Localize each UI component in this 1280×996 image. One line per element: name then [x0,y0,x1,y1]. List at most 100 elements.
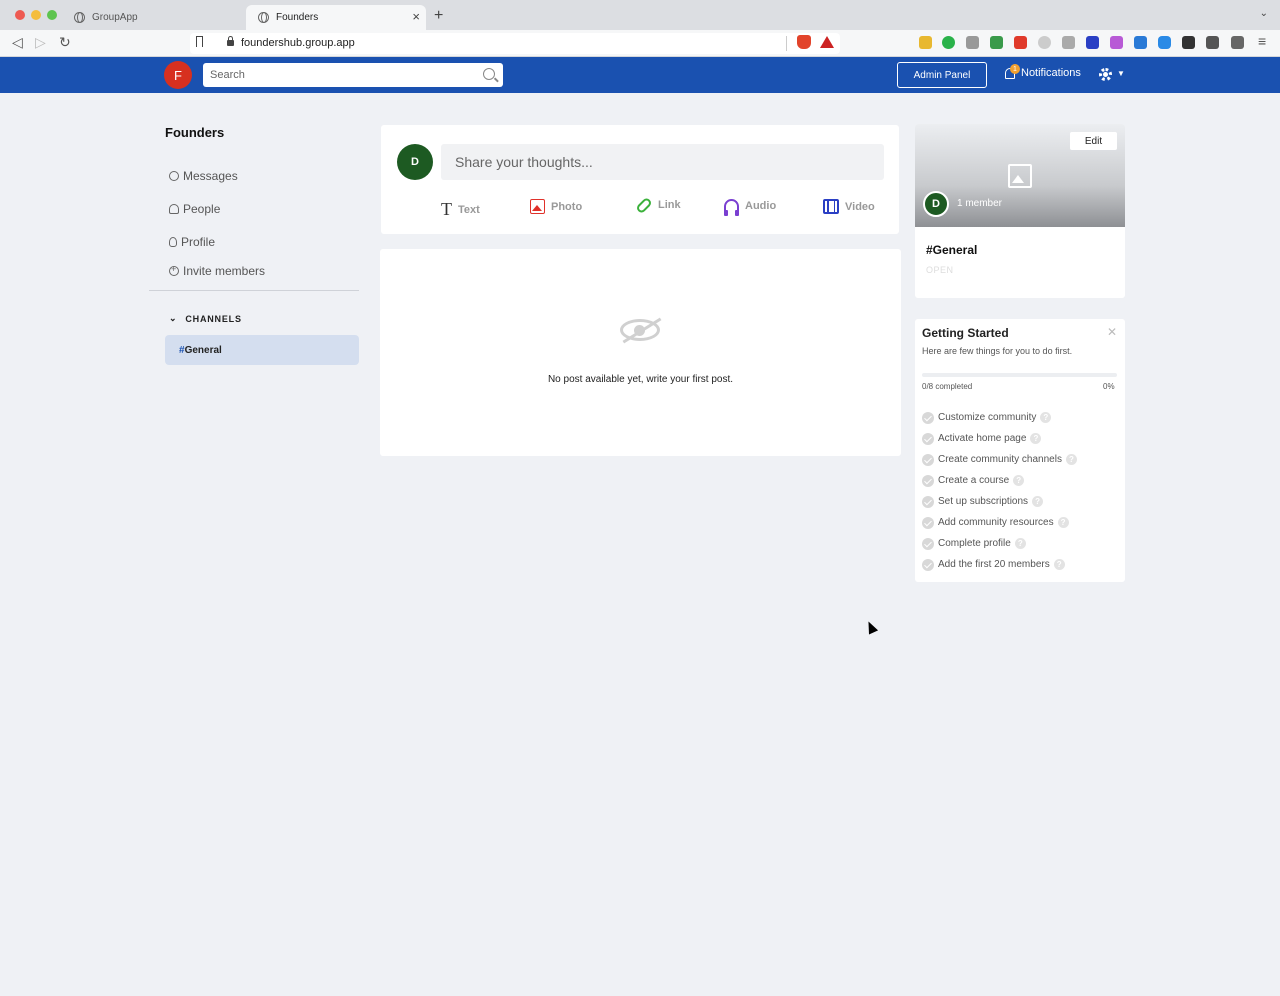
reload-button[interactable]: ↻ [59,34,71,51]
community-avatar[interactable]: F [164,61,192,89]
browser-tab-founders[interactable]: Founders × [246,5,426,30]
puzzle-red-extension-icon[interactable] [1014,36,1027,49]
check-circle-icon [922,474,934,487]
window-close-button[interactable] [15,10,25,20]
post-type-label: Text [458,203,480,216]
check-circle-icon [922,453,934,466]
channel-cover-image: Edit D 1 member [915,124,1125,227]
check-circle-icon [922,411,934,424]
task-item[interactable]: Add the first 20 members? [922,554,1122,575]
task-item[interactable]: Create a course? [922,470,1122,491]
task-label: Complete profile [938,538,1011,549]
bookmark-icon[interactable] [196,36,203,47]
link-icon [635,196,653,214]
tab-overflow-chevron-icon[interactable]: ⌄ [1260,8,1268,19]
rewards-triangle-icon[interactable] [820,36,834,48]
channel-info-card: Edit D 1 member #General OPEN [915,124,1125,298]
post-type-photo-button[interactable]: Photo [530,199,582,214]
check-circle-icon [922,558,934,571]
sidebar-divider [149,290,359,291]
terminal-extension-icon[interactable] [1086,36,1099,49]
sidebar-item-profile[interactable]: Profile [169,235,215,249]
channels-toggle[interactable]: ⌄ CHANNELS [169,313,242,324]
browser-tab-groupapp[interactable]: GroupApp [62,5,242,30]
task-item[interactable]: Set up subscriptions? [922,491,1122,512]
wallet-icon[interactable] [1231,36,1244,49]
tab-close-icon[interactable]: × [412,9,420,24]
member-count[interactable]: 1 member [957,198,1002,209]
brave-shield-icon[interactable] [797,35,811,49]
task-label: Create community channels [938,454,1062,465]
member-avatar[interactable]: D [923,191,949,217]
task-label: Customize community [938,412,1037,423]
search-input[interactable] [203,63,503,87]
task-item[interactable]: Add community resources? [922,512,1122,533]
sidebar-item-label: Messages [183,169,238,183]
help-icon[interactable]: ? [1032,496,1044,507]
gray-circle-extension-icon[interactable] [1038,36,1051,49]
post-type-audio-button[interactable]: Audio [724,199,776,216]
sidebar-item-label: Invite members [183,264,266,278]
shield-extension-icon[interactable] [990,36,1003,49]
post-type-label: Video [845,200,875,213]
user-avatar[interactable]: D [397,144,433,180]
address-bar[interactable]: foundershub.group.app [190,33,840,54]
help-icon[interactable]: ? [1040,412,1052,423]
calendar-extension-icon[interactable] [919,36,932,49]
people-icon [169,204,179,214]
task-label: Set up subscriptions [938,496,1029,507]
camera-extension-icon[interactable] [1062,36,1075,49]
edit-channel-button[interactable]: Edit [1070,132,1117,150]
mail-extension-icon[interactable] [1110,36,1123,49]
post-type-text-button[interactable]: T Text [441,199,480,220]
sidebar-channel-general[interactable]: # General [165,335,359,365]
chevron-down-icon[interactable]: ▼ [1117,69,1125,78]
check-circle-icon [922,516,934,529]
task-label: Add community resources [938,517,1054,528]
extensions-puzzle-icon[interactable] [1182,36,1195,49]
sidebar-item-messages[interactable]: Messages [169,169,238,183]
recycle-extension-icon[interactable] [966,36,979,49]
globe-icon [258,12,269,23]
task-item[interactable]: Customize community? [922,407,1122,428]
admin-panel-button[interactable]: Admin Panel [897,62,987,88]
check-circle-icon [922,495,934,508]
close-icon[interactable]: ✕ [1107,325,1117,339]
gear-icon[interactable] [1099,68,1112,81]
post-type-label: Link [658,199,681,211]
window-maximize-button[interactable] [47,10,57,20]
post-type-video-button[interactable]: Video [823,199,875,214]
url-text[interactable]: foundershub.group.app [241,37,355,49]
task-item[interactable]: Create community channels? [922,449,1122,470]
check-circle-icon [922,537,934,550]
timer-extension-icon[interactable] [1134,36,1147,49]
sidebar-item-invite-members[interactable]: Invite members [169,264,265,278]
new-tab-button[interactable]: + [434,7,443,25]
grammarly-extension-icon[interactable] [942,36,955,49]
browser-menu-icon[interactable]: ≡ [1258,33,1266,49]
forward-button[interactable]: ▷ [35,34,46,51]
check-circle-icon [922,432,934,445]
eye-off-icon [620,319,660,341]
window-minimize-button[interactable] [31,10,41,20]
help-icon[interactable]: ? [1057,517,1069,528]
help-icon[interactable]: ? [1013,475,1025,486]
help-icon[interactable]: ? [1053,559,1065,570]
search-icon[interactable] [483,68,495,80]
sidebar-item-people[interactable]: People [169,202,220,216]
task-label: Create a course [938,475,1010,486]
task-item[interactable]: Complete profile? [922,533,1122,554]
task-item[interactable]: Activate home page? [922,428,1122,449]
getting-started-subtitle: Here are few things for you to do first. [922,346,1073,356]
help-icon[interactable]: ? [1030,433,1042,444]
reading-list-icon[interactable] [1206,36,1219,49]
browser-toolbar: ◁ ▷ ↻ foundershub.group.app ≡ [0,30,1280,57]
getting-started-title: Getting Started [922,326,1009,340]
help-icon[interactable]: ? [1065,454,1077,465]
zoom-extension-icon[interactable] [1158,36,1171,49]
post-type-link-button[interactable]: Link [635,196,681,214]
progress-percent: 0% [1103,382,1115,391]
share-thoughts-input[interactable] [441,144,884,180]
help-icon[interactable]: ? [1014,538,1026,549]
back-button[interactable]: ◁ [12,34,23,51]
